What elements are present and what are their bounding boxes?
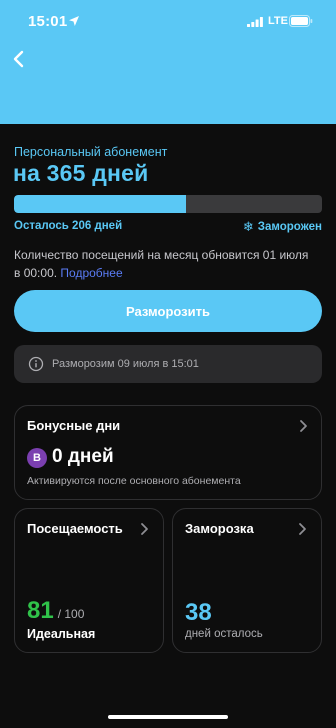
more-link[interactable]: Подробнее bbox=[60, 266, 122, 280]
battery-icon bbox=[289, 15, 313, 27]
info-icon bbox=[28, 356, 44, 372]
freeze-days-label: дней осталось bbox=[185, 628, 263, 640]
snowflake-icon: ❄ bbox=[242, 219, 254, 234]
freeze-days-value: 38 bbox=[185, 599, 212, 626]
visits-info: Количество посещений на месяц обновится … bbox=[14, 246, 314, 282]
chevron-right-icon bbox=[300, 420, 307, 432]
bonus-days-card[interactable]: Бонусные дни B 0 дней Активируются после… bbox=[14, 405, 322, 500]
status-time: 15:01 bbox=[28, 13, 68, 30]
bonus-title: Бонусные дни bbox=[27, 418, 121, 433]
membership-progress-bar bbox=[14, 195, 322, 213]
membership-title: на 365 дней bbox=[13, 160, 149, 186]
bonus-value: 0 дней bbox=[52, 446, 114, 467]
freeze-title: Заморозка bbox=[185, 521, 254, 536]
network-type: LTE bbox=[268, 15, 288, 27]
attendance-label: Идеальная bbox=[27, 627, 96, 641]
location-arrow-icon bbox=[69, 16, 79, 26]
unfreeze-notice: Разморозим 09 июля в 15:01 bbox=[14, 345, 322, 383]
chevron-right-icon bbox=[299, 523, 306, 535]
bonus-badge: B bbox=[27, 448, 47, 468]
home-indicator bbox=[108, 715, 228, 719]
notice-text: Разморозим 09 июля в 15:01 bbox=[52, 358, 199, 370]
attendance-card[interactable]: Посещаемость 81 / 100 Идеальная bbox=[14, 508, 164, 653]
chevron-right-icon bbox=[141, 523, 148, 535]
visits-info-text: Количество посещений на месяц обновится … bbox=[14, 248, 309, 280]
freeze-card[interactable]: Заморозка 38 дней осталось bbox=[172, 508, 322, 653]
progress-fill bbox=[14, 195, 187, 213]
status-bar: 15:01 LTE bbox=[0, 0, 336, 44]
unfreeze-button[interactable]: Разморозить bbox=[14, 290, 322, 332]
back-chevron-icon[interactable] bbox=[10, 48, 30, 70]
membership-subtitle: Персональный абонемент bbox=[14, 145, 168, 159]
frozen-label: Заморожен bbox=[257, 220, 322, 233]
attendance-title: Посещаемость bbox=[27, 521, 123, 536]
attendance-total: / 100 bbox=[57, 607, 85, 621]
signal-icon bbox=[247, 17, 263, 27]
days-remaining: Осталось 206 дней bbox=[14, 220, 123, 232]
attendance-value: 81 bbox=[27, 597, 54, 624]
frozen-status: ❄ Заморожен bbox=[243, 220, 322, 233]
attendance-score: 81 / 100 bbox=[27, 597, 84, 625]
bonus-description: Активируются после основного абонемента bbox=[27, 475, 241, 487]
